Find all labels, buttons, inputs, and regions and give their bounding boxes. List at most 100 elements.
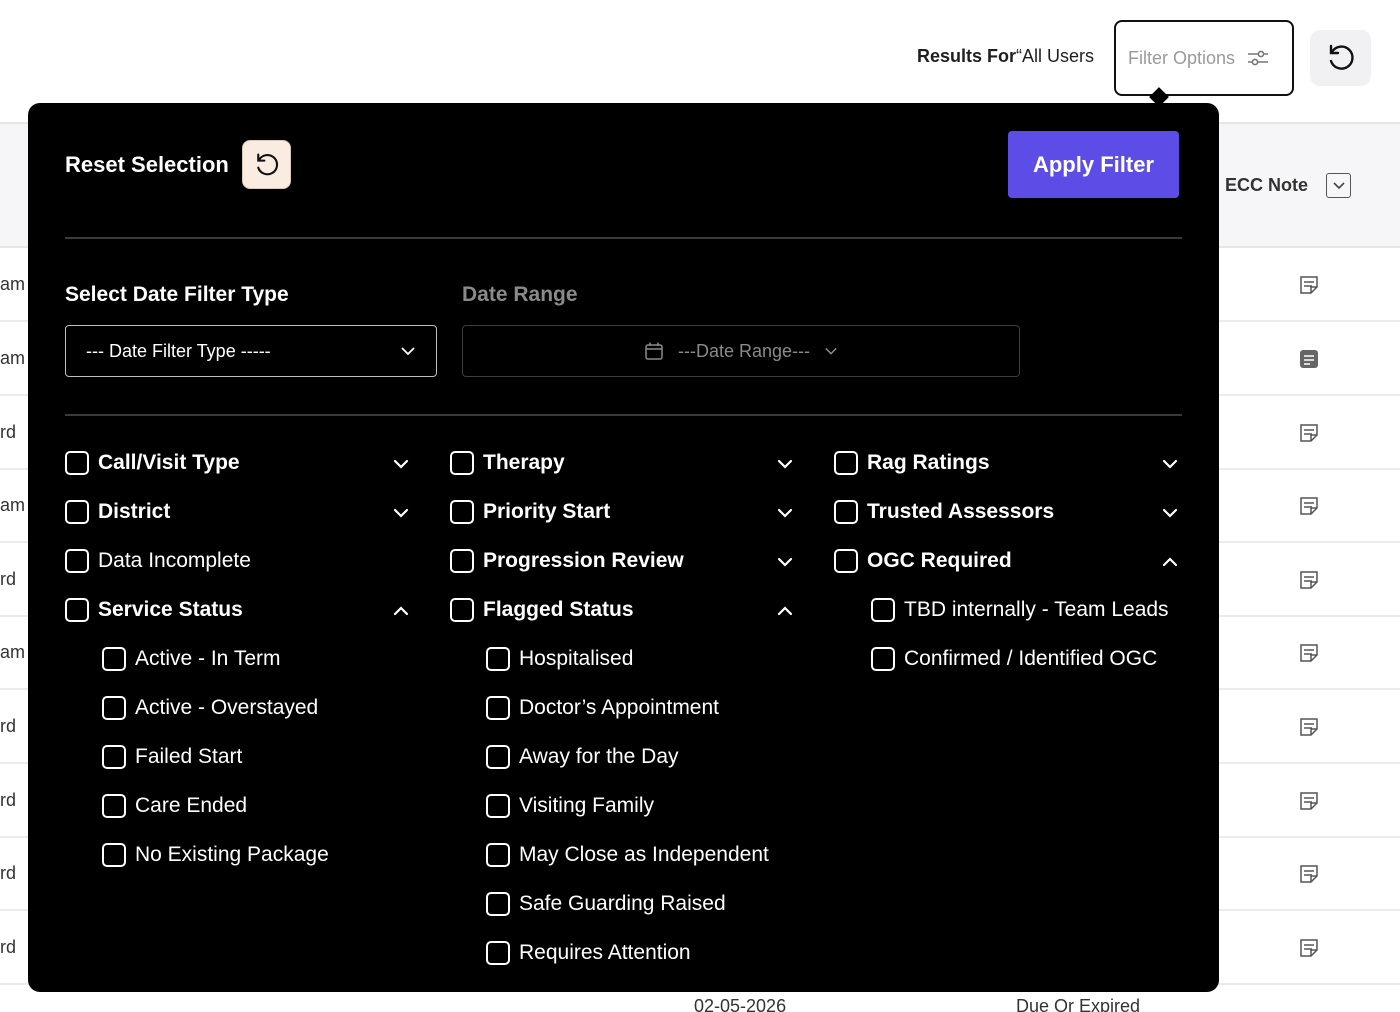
checkbox[interactable] (65, 500, 89, 524)
therapy-filter[interactable]: Therapy (450, 451, 565, 475)
checkbox[interactable] (450, 549, 474, 573)
ecc-dropdown[interactable] (1326, 173, 1351, 198)
checkbox[interactable] (65, 598, 89, 622)
checkbox[interactable] (102, 843, 126, 867)
service-status-option[interactable]: Active - In Term (102, 647, 280, 671)
service-status-option-label: No Existing Package (135, 843, 329, 866)
apply-filter-button[interactable]: Apply Filter (1008, 131, 1179, 198)
trusted-assessors-filter[interactable]: Trusted Assessors (834, 500, 1054, 524)
column-header-ecc-note: ECC Note (1225, 175, 1309, 195)
trusted-assessors-filter-label: Trusted Assessors (867, 500, 1055, 523)
ogc-option[interactable]: TBD internally - Team Leads (871, 598, 1169, 622)
checkbox[interactable] (486, 647, 510, 671)
ogc-required-filter[interactable]: OGC Required (834, 549, 1012, 573)
checkbox[interactable] (102, 696, 126, 720)
checkbox[interactable] (871, 598, 895, 622)
flagged-status-option[interactable]: May Close as Independent (486, 843, 769, 867)
checkbox[interactable] (450, 451, 474, 475)
checkbox[interactable] (450, 500, 474, 524)
reset-icon (256, 152, 278, 175)
ogc-option-label: TBD internally - Team Leads (904, 598, 1169, 621)
row-cell-text: rd (0, 422, 17, 442)
service-status-option[interactable]: Care Ended (102, 794, 247, 818)
note-icon[interactable] (1298, 274, 1320, 296)
service-status-option-label: Active - In Term (135, 647, 281, 670)
checkbox[interactable] (102, 794, 126, 818)
flagged-status-option-label: Doctor’s Appointment (519, 696, 720, 719)
chevron-down-icon[interactable] (392, 504, 410, 522)
row-cell-text: rd (0, 716, 17, 736)
call-visit-type-filter[interactable]: Call/Visit Type (65, 451, 240, 475)
service-status-option[interactable]: Active - Overstayed (102, 696, 318, 720)
checkbox[interactable] (834, 500, 858, 524)
progression-review-filter[interactable]: Progression Review (450, 549, 684, 573)
flagged-status-filter[interactable]: Flagged Status (450, 598, 634, 622)
flagged-status-option[interactable]: Hospitalised (486, 647, 633, 671)
chevron-down-icon[interactable] (776, 455, 794, 473)
divider (65, 237, 1182, 239)
filter-options-button[interactable]: Filter Options (1114, 20, 1294, 96)
reset-selection-label: Reset Selection (65, 152, 229, 177)
service-status-filter[interactable]: Service Status (65, 598, 243, 622)
checkbox[interactable] (486, 696, 510, 720)
checkbox[interactable] (834, 549, 858, 573)
note-icon[interactable] (1298, 790, 1320, 812)
note-icon[interactable] (1298, 422, 1320, 444)
checkbox[interactable] (486, 892, 510, 916)
checkbox[interactable] (834, 451, 858, 475)
service-status-option[interactable]: No Existing Package (102, 843, 329, 867)
chevron-down-icon[interactable] (776, 553, 794, 571)
chevron-down-icon[interactable] (1161, 504, 1179, 522)
checkbox[interactable] (486, 843, 510, 867)
checkbox[interactable] (65, 451, 89, 475)
chevron-down-icon[interactable] (1161, 455, 1179, 473)
row-cell-text: am (0, 495, 26, 515)
row-cell-text: rd (0, 937, 17, 957)
note-icon[interactable] (1298, 348, 1320, 370)
filter-options-label: Filter Options (1128, 47, 1236, 68)
row-date: 02-05-2026 (694, 996, 787, 1012)
note-icon[interactable] (1298, 642, 1320, 664)
checkbox[interactable] (65, 549, 89, 573)
checkbox[interactable] (102, 647, 126, 671)
district-filter[interactable]: District (65, 500, 170, 524)
checkbox[interactable] (486, 794, 510, 818)
flagged-status-option[interactable]: Away for the Day (486, 745, 679, 769)
date-range-picker[interactable]: ---Date Range--- (462, 325, 1020, 377)
checkbox[interactable] (486, 745, 510, 769)
chevron-down-icon[interactable] (776, 504, 794, 522)
data-incomplete-filter[interactable]: Data Incomplete (65, 549, 251, 573)
chevron-down-icon (1332, 181, 1345, 189)
chevron-down-icon[interactable] (392, 455, 410, 473)
date-filter-type-select[interactable]: --- Date Filter Type ----- (65, 325, 437, 377)
results-label: Results For“All Users (917, 46, 1094, 67)
chevron-down-icon (825, 347, 837, 355)
flagged-status-option[interactable]: Safe Guarding Raised (486, 892, 726, 916)
flagged-status-option[interactable]: Doctor’s Appointment (486, 696, 719, 720)
priority-start-filter[interactable]: Priority Start (450, 500, 610, 524)
note-icon[interactable] (1298, 495, 1320, 517)
filter-panel: Reset Selection Apply Filter Select Date… (28, 103, 1219, 992)
checkbox[interactable] (450, 598, 474, 622)
row-cell-text: am (0, 348, 26, 368)
reset-button[interactable] (1310, 30, 1371, 86)
note-icon[interactable] (1298, 863, 1320, 885)
chevron-up-icon[interactable] (1161, 553, 1179, 571)
checkbox[interactable] (102, 745, 126, 769)
date-range-value: ---Date Range--- (677, 340, 811, 361)
flagged-status-option[interactable]: Requires Attention (486, 941, 691, 965)
chevron-up-icon[interactable] (392, 602, 410, 620)
reset-selection-button[interactable] (242, 140, 291, 189)
service-status-option[interactable]: Failed Start (102, 745, 242, 769)
flagged-status-option[interactable]: Visiting Family (486, 794, 654, 818)
chevron-up-icon[interactable] (776, 602, 794, 620)
note-icon[interactable] (1298, 716, 1320, 738)
date-range-label: Date Range (462, 283, 578, 306)
rag-ratings-filter[interactable]: Rag Ratings (834, 451, 990, 475)
checkbox[interactable] (871, 647, 895, 671)
note-icon[interactable] (1298, 937, 1320, 959)
ogc-option[interactable]: Confirmed / Identified OGC (871, 647, 1157, 671)
row-status: Due Or Expired (1016, 996, 1141, 1012)
checkbox[interactable] (486, 941, 510, 965)
note-icon[interactable] (1298, 569, 1320, 591)
